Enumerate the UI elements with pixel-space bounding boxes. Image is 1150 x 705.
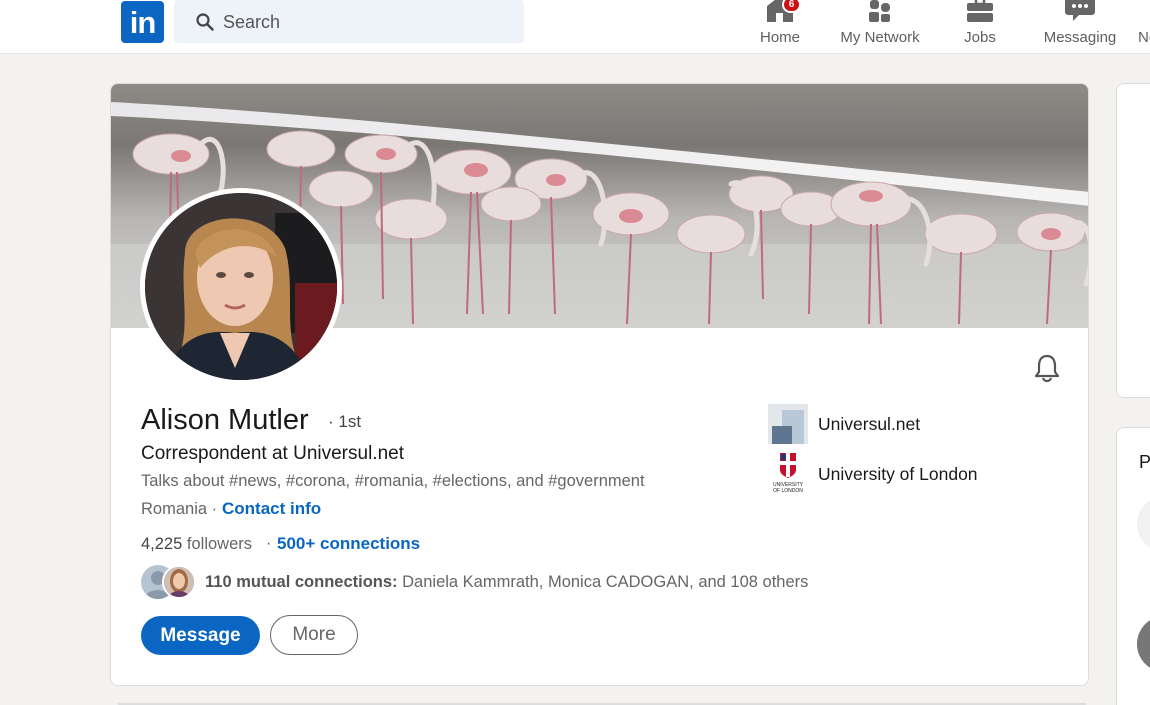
- notification-badge: 6: [782, 0, 801, 13]
- sidebar-section-title: P: [1139, 452, 1150, 472]
- talks-about: Talks about #news, #corona, #romania, #e…: [141, 472, 645, 490]
- connection-degree: · 1st: [328, 412, 362, 431]
- nav-notifications-label: No: [1138, 29, 1150, 46]
- top-navigation: in 6 Home My Network Jobs: [0, 0, 1150, 54]
- sidebar-people-card: P: [1116, 427, 1150, 705]
- sidebar-person-avatar[interactable]: [1137, 616, 1150, 672]
- sidebar-card: [1116, 83, 1150, 398]
- nav-messaging-label: Messaging: [1043, 29, 1117, 46]
- followers-number: 4,225: [141, 535, 183, 553]
- contact-info-link[interactable]: Contact info: [222, 499, 321, 519]
- sidebar-person-avatar[interactable]: [1137, 496, 1150, 552]
- separator-dot: ·: [266, 535, 272, 552]
- nav-jobs[interactable]: Jobs: [950, 0, 1010, 54]
- mutual-connection-avatar[interactable]: [162, 565, 196, 599]
- education-link[interactable]: University of London: [818, 464, 978, 485]
- nav-home-label: Home: [759, 29, 800, 46]
- nav-notifications[interactable]: No: [1132, 0, 1150, 54]
- more-button[interactable]: More: [270, 615, 358, 655]
- profile-card: [110, 83, 1089, 686]
- search-input[interactable]: [223, 10, 503, 34]
- search-icon: [196, 13, 214, 31]
- message-button[interactable]: Message: [141, 616, 260, 655]
- profile-name: Alison Mutler: [141, 404, 309, 436]
- followers-count: 4,225 followers: [141, 535, 252, 554]
- connections-link[interactable]: 500+ connections: [277, 534, 420, 554]
- mutual-connections-names: Daniela Kammrath, Monica CADOGAN, and 10…: [402, 573, 809, 591]
- briefcase-icon: [967, 0, 993, 22]
- profile-headline: Correspondent at Universul.net: [141, 443, 404, 464]
- profile-location: Romania ·: [141, 500, 218, 518]
- nav-my-network-label: My Network: [840, 29, 920, 46]
- universul-logo[interactable]: [768, 404, 808, 444]
- university-of-london-logo[interactable]: UNIVERSITY OF LONDON: [768, 452, 808, 494]
- notification-bell-icon[interactable]: [1033, 353, 1061, 383]
- network-icon: [869, 0, 890, 22]
- mutual-connections-count: 110 mutual connections:: [205, 573, 398, 591]
- profile-avatar[interactable]: [140, 188, 342, 385]
- current-company-link[interactable]: Universul.net: [818, 414, 920, 435]
- nav-home[interactable]: 6 Home: [750, 0, 810, 54]
- nav-jobs-label: Jobs: [964, 29, 996, 46]
- nav-my-network[interactable]: My Network: [830, 0, 930, 54]
- svg-text:OF LONDON: OF LONDON: [773, 488, 803, 494]
- mutual-connections-text[interactable]: 110 mutual connections: Daniela Kammrath…: [205, 573, 808, 592]
- linkedin-logo[interactable]: in: [121, 1, 164, 43]
- messaging-icon: [1065, 0, 1095, 21]
- nav-messaging[interactable]: Messaging: [1040, 0, 1120, 54]
- followers-label: followers: [186, 535, 252, 553]
